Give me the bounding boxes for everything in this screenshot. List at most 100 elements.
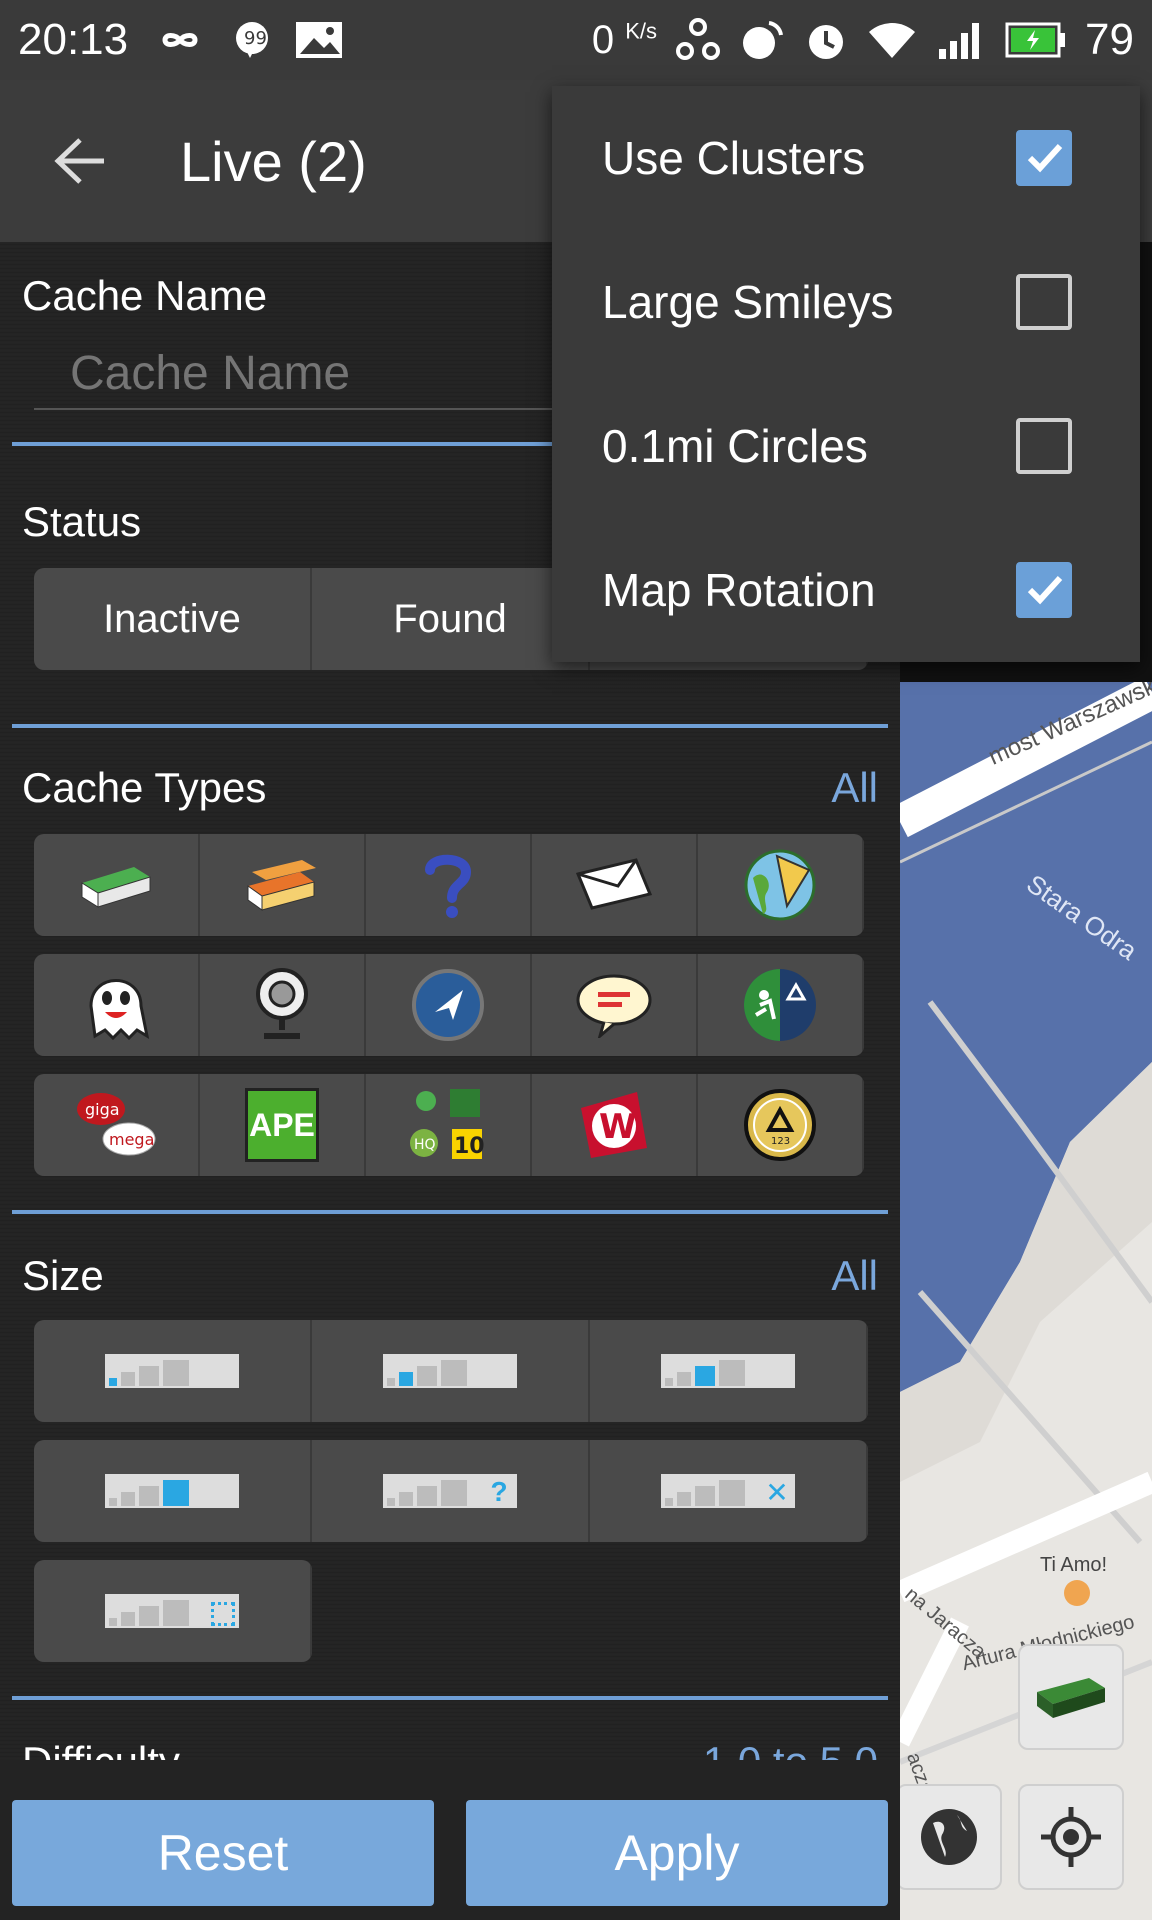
my-location-button[interactable] (1018, 1784, 1124, 1890)
usb-icon (675, 17, 721, 63)
size-virtual-button[interactable] (34, 1560, 312, 1662)
type-wherigo-button[interactable] (366, 954, 532, 1056)
cache-name-input[interactable] (34, 338, 594, 410)
cito-event-icon (744, 969, 816, 1041)
back-button[interactable] (0, 80, 160, 242)
type-hq-button[interactable]: HQ 10 (366, 1074, 532, 1176)
chat-quote-icon: 99 (232, 20, 272, 60)
type-letterbox-button[interactable] (532, 834, 698, 936)
bottom-action-bar: Reset Apply (0, 1760, 900, 1920)
image-icon (294, 20, 344, 60)
overflow-menu: Use Clusters Large Smileys 0.1mi Circles… (552, 86, 1140, 662)
type-event-button[interactable] (532, 954, 698, 1056)
difficulty-label: Difficulty (22, 1738, 180, 1760)
large-smileys-checkbox[interactable] (1016, 274, 1072, 330)
restaurant-icon (1064, 1580, 1090, 1606)
map-cache-button[interactable] (1018, 1644, 1124, 1750)
reset-button[interactable]: Reset (12, 1800, 434, 1906)
section-divider (12, 1696, 888, 1700)
alarm-icon (803, 17, 849, 63)
menu-item-use-clusters[interactable]: Use Clusters (552, 86, 1140, 230)
cache-types-label: Cache Types (22, 764, 267, 811)
size-small-button[interactable] (312, 1320, 590, 1422)
status-label: Status (22, 498, 142, 545)
type-benchmark-button[interactable]: 123 (698, 1074, 864, 1176)
type-webcam-button[interactable] (200, 954, 366, 1056)
size-regular-button[interactable] (590, 1320, 868, 1422)
svg-text:123: 123 (771, 1136, 790, 1147)
svg-text:99: 99 (244, 28, 267, 49)
size-virtual-icon (105, 1594, 239, 1628)
size-row-3 (34, 1560, 312, 1662)
menu-item-label: 0.1mi Circles (602, 420, 868, 472)
menu-item-label: Large Smileys (602, 276, 894, 328)
earthcache-icon (744, 849, 816, 921)
svg-text:mega: mega (109, 1130, 154, 1149)
size-unknown-button[interactable]: ? (312, 1440, 590, 1542)
cache-types-row-2 (34, 954, 864, 1056)
size-not-chosen-icon: ✕ (661, 1474, 795, 1508)
type-traditional-button[interactable] (34, 834, 200, 936)
size-not-chosen-button[interactable]: ✕ (590, 1440, 868, 1542)
status-inactive-button[interactable]: Inactive (34, 568, 312, 670)
webcam-cache-icon (256, 968, 308, 1039)
headquarters-cache-icon: HQ 10 (410, 1089, 485, 1159)
section-divider (12, 724, 888, 728)
type-giga-mega-button[interactable]: giga mega (34, 1074, 200, 1176)
checkmark-icon (1027, 575, 1063, 605)
battery-level: 79 (1085, 15, 1134, 64)
multi-cache-icon (247, 860, 316, 911)
menu-item-circles[interactable]: 0.1mi Circles (552, 374, 1140, 518)
status-found-button[interactable]: Found (312, 568, 590, 670)
type-earthcache-button[interactable] (698, 834, 864, 936)
status-bar: 20:13 99 0 K/s 79 (0, 0, 1152, 80)
letterbox-cache-icon (575, 858, 653, 910)
menu-item-map-rotation[interactable]: Map Rotation (552, 518, 1140, 662)
cache-box-icon (1037, 1678, 1105, 1718)
menu-item-large-smileys[interactable]: Large Smileys (552, 230, 1140, 374)
wherigo-w-icon: W (581, 1092, 647, 1158)
benchmark-icon: 123 (744, 1089, 816, 1161)
cache-types-row-1 (34, 834, 864, 936)
size-micro-icon (105, 1354, 239, 1388)
infinity-icon (150, 23, 210, 57)
difficulty-range[interactable]: 1.0 to 5.0 (703, 1738, 878, 1760)
size-label: Size (22, 1252, 104, 1299)
event-cache-icon (576, 974, 652, 1038)
size-large-button[interactable] (34, 1440, 312, 1542)
type-mystery-button[interactable] (366, 834, 532, 936)
checkmark-icon (1027, 143, 1063, 173)
size-small-icon (383, 1354, 517, 1388)
map-globe-button[interactable] (896, 1784, 1002, 1890)
ape-cache-icon: APE (245, 1088, 319, 1162)
map-label-poi: Ti Amo! (1040, 1554, 1108, 1576)
cache-name-label: Cache Name (22, 272, 268, 319)
size-row-2: ? ✕ (34, 1440, 868, 1542)
type-cito-button[interactable] (698, 954, 864, 1056)
map-rotation-checkbox[interactable] (1016, 562, 1072, 618)
cache-types-row-3: giga mega APE HQ 10 W 123 (34, 1074, 864, 1176)
giga-mega-event-icon: giga mega (77, 1093, 156, 1156)
type-w-button[interactable]: W (532, 1074, 698, 1176)
type-multi-button[interactable] (200, 834, 366, 936)
cache-types-all-link[interactable]: All (831, 764, 878, 812)
section-divider (12, 1210, 888, 1214)
type-ape-button[interactable]: APE (200, 1074, 366, 1176)
ghost-cache-icon (89, 979, 150, 1041)
battery-charging-icon (1005, 22, 1067, 58)
type-ghost-button[interactable] (34, 954, 200, 1056)
menu-item-label: Map Rotation (602, 564, 876, 616)
apply-button[interactable]: Apply (466, 1800, 888, 1906)
arrow-back-icon (54, 138, 104, 184)
globe-icon (921, 1809, 977, 1865)
size-all-link[interactable]: All (831, 1252, 878, 1300)
status-time: 20:13 (18, 15, 129, 64)
size-micro-button[interactable] (34, 1320, 312, 1422)
mystery-cache-icon (425, 854, 472, 918)
size-large-icon (105, 1474, 239, 1508)
wifi-icon (867, 20, 917, 60)
traditional-cache-icon (81, 867, 151, 908)
use-clusters-checkbox[interactable] (1016, 130, 1072, 186)
svg-text:giga: giga (85, 1100, 120, 1119)
circles-checkbox[interactable] (1016, 418, 1072, 474)
